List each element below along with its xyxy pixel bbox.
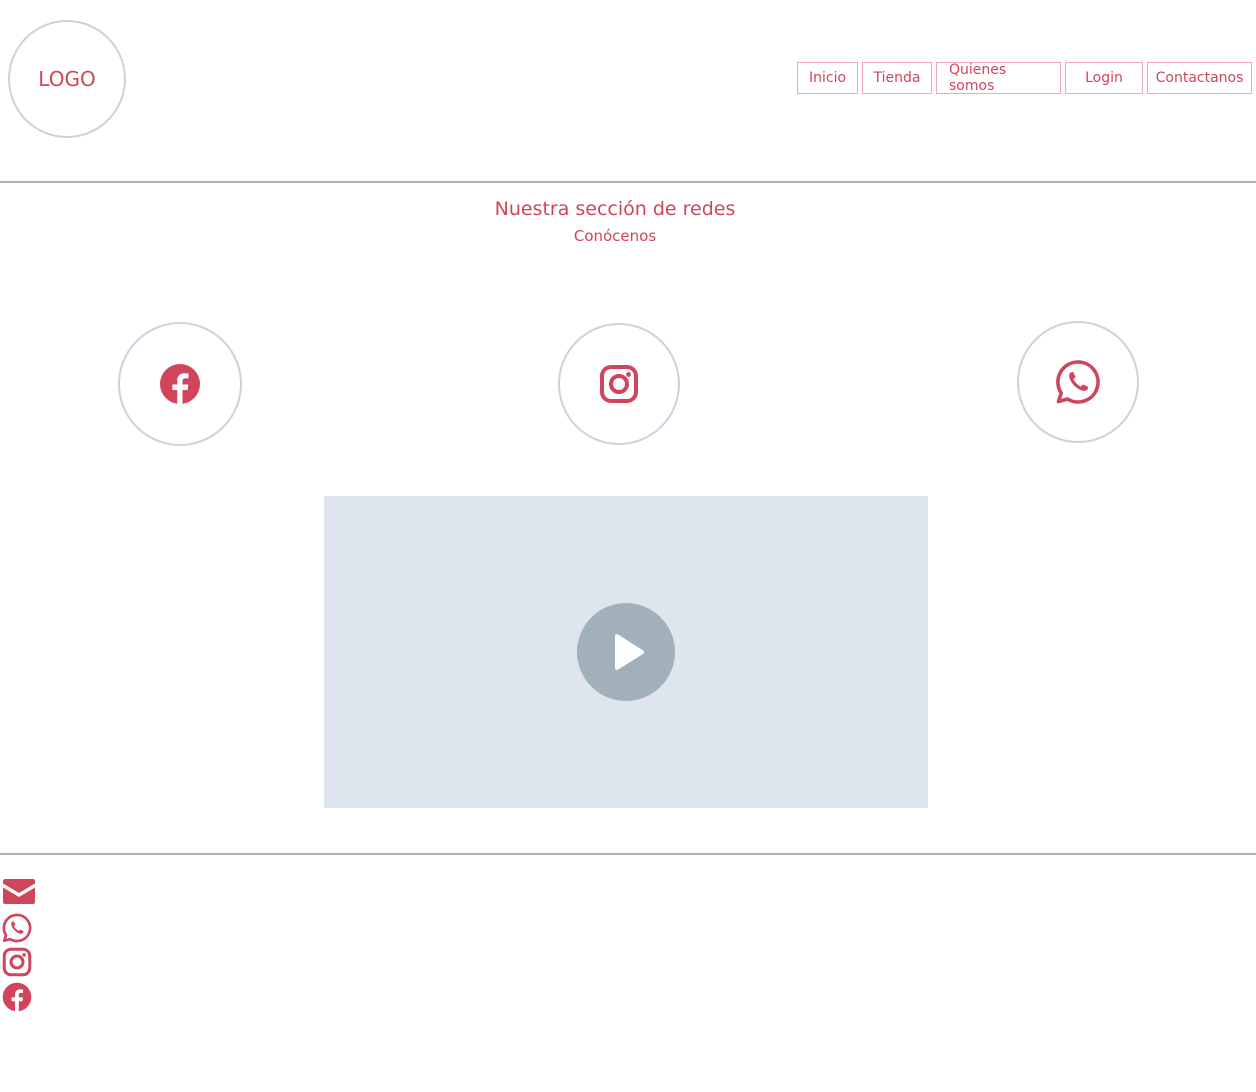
video-placeholder[interactable] — [324, 496, 928, 808]
play-icon — [615, 634, 644, 670]
header-divider — [0, 181, 1256, 183]
instagram-link[interactable] — [558, 323, 680, 445]
whatsapp-link[interactable] — [1017, 321, 1139, 443]
footer-whatsapp-link[interactable] — [2, 913, 36, 945]
play-button[interactable] — [577, 603, 675, 701]
nav-login-button[interactable]: Login — [1065, 62, 1143, 94]
footer-mail-link[interactable] — [2, 876, 36, 908]
footer-divider — [0, 853, 1256, 855]
nav-tienda-button[interactable]: Tienda — [862, 62, 932, 94]
nav-contactanos-button[interactable]: Contactanos — [1147, 62, 1252, 94]
mail-icon — [3, 879, 35, 904]
main-nav: Inicio Tienda Quienes somos Login Contac… — [797, 62, 1252, 94]
footer-facebook-link[interactable] — [2, 982, 36, 1014]
nav-quienes-somos-button[interactable]: Quienes somos — [936, 62, 1061, 94]
facebook-icon — [160, 364, 200, 405]
instagram-icon — [600, 365, 638, 403]
section-title: Nuestra sección de redes — [494, 198, 736, 220]
facebook-link[interactable] — [118, 322, 242, 446]
section-subtitle: Conócenos — [573, 227, 657, 245]
logo-text: LOGO — [38, 67, 96, 91]
footer-instagram-link[interactable] — [2, 947, 36, 979]
page: LOGO Inicio Tienda Quienes somos Login C… — [0, 0, 1256, 1092]
instagram-icon — [2, 947, 32, 977]
nav-inicio-button[interactable]: Inicio — [797, 62, 858, 94]
whatsapp-icon — [1056, 360, 1100, 404]
whatsapp-icon — [2, 913, 32, 943]
facebook-icon — [2, 982, 32, 1012]
logo[interactable]: LOGO — [8, 20, 126, 138]
